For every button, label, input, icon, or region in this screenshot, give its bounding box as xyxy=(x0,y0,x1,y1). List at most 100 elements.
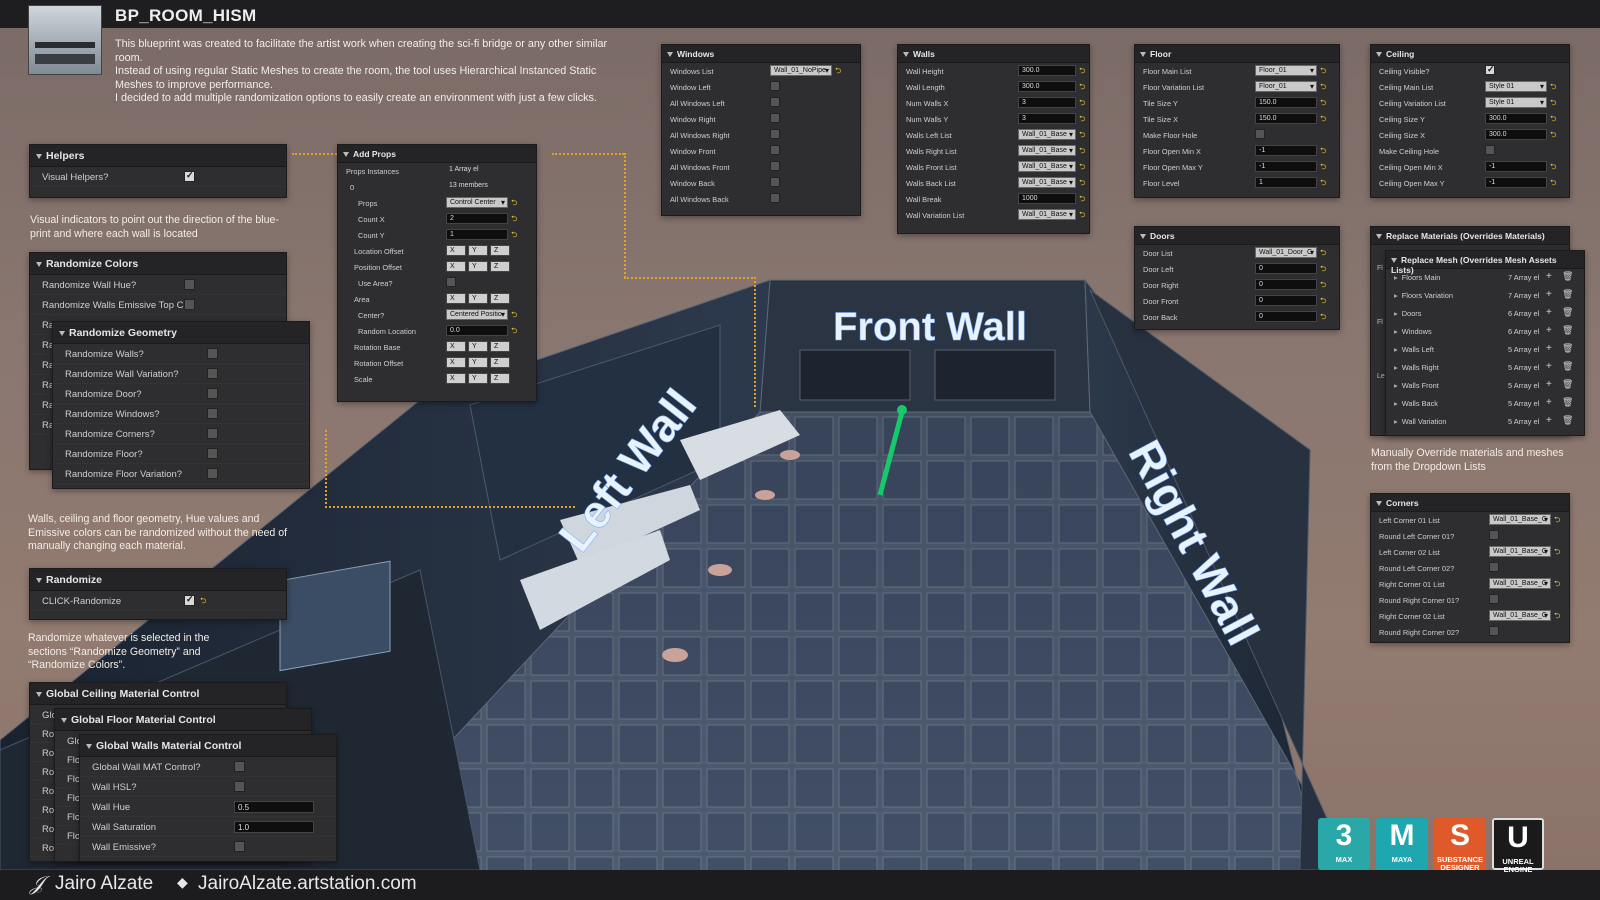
add-element-icon[interactable]: + xyxy=(1546,415,1552,426)
expand-arrow-icon[interactable]: ▸ xyxy=(1394,327,1398,336)
dropdown[interactable]: Wall_01_NoPipe xyxy=(770,65,832,76)
add-element-icon[interactable]: + xyxy=(1546,343,1552,354)
add-element-icon[interactable]: + xyxy=(1546,397,1552,408)
value-field[interactable]: 1 xyxy=(1255,177,1317,188)
global-ceiling-header[interactable]: Global Ceiling Material Control xyxy=(30,683,286,705)
dropdown[interactable]: Control Center xyxy=(446,197,508,208)
reset-arrow-icon[interactable]: ⮌ xyxy=(1079,209,1085,223)
randomize-door-checkbox[interactable] xyxy=(207,388,218,399)
delete-icon[interactable]: 🗑 xyxy=(1562,361,1573,372)
expand-arrow-icon[interactable]: ▸ xyxy=(1394,273,1398,282)
dropdown[interactable]: Wall_01_Base xyxy=(1018,129,1076,140)
delete-icon[interactable]: 🗑 xyxy=(1562,289,1573,300)
ceiling-header[interactable]: Ceiling xyxy=(1371,45,1569,63)
randomize-header[interactable]: Randomize xyxy=(30,569,286,591)
reset-arrow-icon[interactable]: ⮌ xyxy=(511,229,517,243)
value-field[interactable]: 1000 xyxy=(1018,193,1076,204)
reset-arrow-icon[interactable]: ⮌ xyxy=(1320,113,1326,127)
dropdown[interactable]: Wall_01_Base_C xyxy=(1489,514,1551,525)
checkbox[interactable] xyxy=(1485,64,1495,75)
checkbox[interactable] xyxy=(1255,129,1265,139)
value-field[interactable]: 0.0 xyxy=(446,325,508,336)
corners-header[interactable]: Corners xyxy=(1371,494,1569,512)
reset-arrow-icon[interactable]: ⮌ xyxy=(1550,161,1556,175)
expand-arrow-icon[interactable]: ▸ xyxy=(1394,399,1398,408)
reset-arrow-icon[interactable]: ⮌ xyxy=(1554,578,1560,592)
axis-z-field[interactable]: Z xyxy=(490,373,510,384)
delete-icon[interactable]: 🗑 xyxy=(1562,397,1573,408)
axis-x-field[interactable]: X xyxy=(446,341,466,352)
reset-arrow-icon[interactable]: ⮌ xyxy=(1320,247,1326,261)
reset-arrow-icon[interactable]: ⮌ xyxy=(1320,145,1326,159)
reset-arrow-icon[interactable]: ⮌ xyxy=(1079,65,1085,79)
dropdown[interactable]: Wall_01_Base_C xyxy=(1489,578,1551,589)
value-field[interactable]: 3 xyxy=(1018,113,1076,124)
helpers-header[interactable]: Helpers xyxy=(30,145,286,167)
global-walls-header[interactable]: Global Walls Material Control xyxy=(80,735,336,757)
value-field[interactable]: -1 xyxy=(1485,177,1547,188)
walls-header[interactable]: Walls xyxy=(898,45,1089,63)
axis-z-field[interactable]: Z xyxy=(490,341,510,352)
delete-icon[interactable]: 🗑 xyxy=(1562,307,1573,318)
axis-y-field[interactable]: Y xyxy=(468,373,488,384)
replace-mesh-header[interactable]: Replace Mesh (Overrides Mesh Assets List… xyxy=(1386,251,1584,275)
axis-y-field[interactable]: Y xyxy=(468,293,488,304)
reset-arrow-icon[interactable]: ⮌ xyxy=(1079,161,1085,175)
dropdown[interactable]: Floor_01 xyxy=(1255,81,1317,92)
axis-z-field[interactable]: Z xyxy=(490,357,510,368)
value-field[interactable]: 300.0 xyxy=(1485,113,1547,124)
checkbox[interactable] xyxy=(446,277,456,287)
value-field[interactable]: 0 xyxy=(1255,263,1317,274)
value-field[interactable]: 1 Array el xyxy=(446,165,508,176)
reset-arrow-icon[interactable]: ⮌ xyxy=(511,309,517,323)
value-field[interactable]: 0 xyxy=(1255,295,1317,306)
reset-arrow-icon[interactable]: ⮌ xyxy=(1320,65,1326,79)
value-field[interactable]: 0 xyxy=(1255,279,1317,290)
axis-y-field[interactable]: Y xyxy=(468,245,488,256)
axis-y-field[interactable]: Y xyxy=(468,261,488,272)
value-field[interactable]: -1 xyxy=(1255,145,1317,156)
dropdown[interactable]: Wall_01_Base xyxy=(1018,209,1076,220)
click-randomize-checkbox[interactable] xyxy=(184,594,195,606)
expand-arrow-icon[interactable]: ▸ xyxy=(1394,417,1398,426)
dropdown[interactable]: Wall_01_Base_C xyxy=(1489,546,1551,557)
checkbox[interactable] xyxy=(770,81,780,91)
checkbox[interactable] xyxy=(770,97,780,107)
value-field[interactable]: 1 xyxy=(446,229,508,240)
add-element-icon[interactable]: + xyxy=(1546,271,1552,282)
floor-header[interactable]: Floor xyxy=(1135,45,1339,63)
expand-arrow-icon[interactable]: ▸ xyxy=(1394,291,1398,300)
reset-arrow-icon[interactable]: ⮌ xyxy=(1079,81,1085,95)
reset-arrow-icon[interactable]: ⮌ xyxy=(1320,177,1326,191)
reset-arrow-icon[interactable]: ⮌ xyxy=(835,65,841,79)
checkbox[interactable] xyxy=(770,161,780,171)
delete-icon[interactable]: 🗑 xyxy=(1562,271,1573,282)
delete-icon[interactable]: 🗑 xyxy=(1562,415,1573,426)
reset-arrow-icon[interactable]: ⮌ xyxy=(1550,129,1556,143)
dropdown[interactable]: Wall_01_Door_C xyxy=(1255,247,1317,258)
reset-arrow-icon[interactable]: ⮌ xyxy=(1550,97,1556,111)
add-element-icon[interactable]: + xyxy=(1546,379,1552,390)
dropdown[interactable]: Wall_01_Base xyxy=(1018,177,1076,188)
randomize-floor-variation-checkbox[interactable] xyxy=(207,468,218,479)
value-field[interactable]: 2 xyxy=(446,213,508,224)
axis-x-field[interactable]: X xyxy=(446,373,466,384)
reset-arrow-icon[interactable]: ⮌ xyxy=(1079,193,1085,207)
axis-z-field[interactable]: Z xyxy=(490,293,510,304)
global-wall-mat-checkbox[interactable] xyxy=(234,761,245,772)
value-field[interactable]: 150.0 xyxy=(1255,97,1317,108)
value-field[interactable]: 300.0 xyxy=(1485,129,1547,140)
randomize-emissive-checkbox[interactable] xyxy=(184,299,195,310)
add-element-icon[interactable]: + xyxy=(1546,289,1552,300)
checkbox[interactable] xyxy=(770,113,780,123)
expand-arrow-icon[interactable]: ▸ xyxy=(1394,363,1398,372)
visual-helpers-checkbox[interactable] xyxy=(184,170,195,182)
reset-arrow-icon[interactable]: ⮌ xyxy=(511,325,517,339)
randomize-wall-hue-checkbox[interactable] xyxy=(184,279,195,290)
value-field[interactable]: 13 members xyxy=(446,181,508,192)
checkbox[interactable] xyxy=(770,129,780,139)
value-field[interactable]: 3 xyxy=(1018,97,1076,108)
dropdown[interactable]: Wall_01_Base xyxy=(1018,161,1076,172)
reset-arrow-icon[interactable]: ⮌ xyxy=(1550,81,1556,95)
doors-header[interactable]: Doors xyxy=(1135,227,1339,245)
